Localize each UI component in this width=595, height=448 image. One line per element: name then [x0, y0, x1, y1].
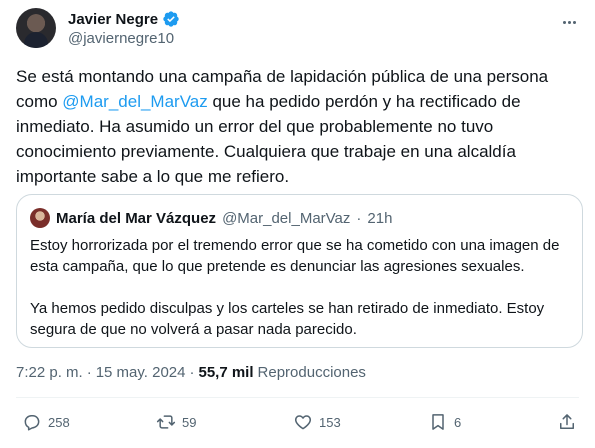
quoted-paragraph: Estoy horrorizada por el tremendo error …: [30, 237, 560, 275]
quoted-tweet-card[interactable]: María del Mar Vázquez @Mar_del_MarVaz · …: [16, 194, 583, 348]
meta-separator: ·: [189, 364, 195, 381]
heart-icon: [294, 415, 312, 430]
action-bar: 258 59 153 6: [16, 408, 579, 440]
tweet-date[interactable]: 15 may. 2024: [96, 364, 186, 381]
like-count: 153: [319, 414, 341, 430]
like-button[interactable]: 153: [293, 412, 341, 432]
more-options-icon[interactable]: [559, 12, 579, 32]
author-name-row: Javier Negre: [68, 10, 180, 28]
quoted-paragraph: Ya hemos pedido disculpas y los carteles…: [30, 300, 545, 338]
quoted-author-avatar: [30, 208, 50, 228]
reply-count: 258: [48, 414, 70, 430]
verified-badge-icon: [163, 11, 179, 27]
views-label: Reproducciones: [257, 364, 366, 381]
tweet-text: Se está montando una campaña de lapidaci…: [16, 64, 579, 189]
views-count: 55,7 mil: [198, 364, 254, 381]
bookmark-icon: [432, 414, 444, 430]
tweet-mention-link[interactable]: @Mar_del_MarVaz: [62, 92, 207, 111]
share-button[interactable]: [557, 412, 577, 432]
tweet-time[interactable]: 7:22 p. m.: [16, 364, 83, 381]
reply-button[interactable]: 258: [22, 412, 70, 432]
retweet-icon: [156, 415, 176, 429]
retweet-count: 59: [182, 414, 197, 430]
quoted-author-handle: @Mar_del_MarVaz: [222, 209, 351, 227]
author-name[interactable]: Javier Negre: [68, 11, 158, 28]
quoted-time: 21h: [367, 209, 393, 227]
share-icon: [560, 414, 574, 429]
tweet-meta: 7:22 p. m. · 15 may. 2024 · 55,7 mil Rep…: [16, 364, 366, 381]
quoted-author-name: María del Mar Vázquez: [56, 209, 217, 227]
author-avatar[interactable]: [16, 8, 56, 48]
quoted-tweet-text: Estoy horrorizada por el tremendo error …: [30, 235, 570, 340]
meta-separator: ·: [86, 364, 92, 381]
divider: [16, 397, 579, 398]
retweet-button[interactable]: 59: [156, 412, 196, 432]
bookmark-count: 6: [454, 414, 462, 430]
quoted-tweet-header: María del Mar Vázquez @Mar_del_MarVaz · …: [30, 208, 392, 228]
quoted-separator: ·: [356, 209, 362, 227]
bookmark-button[interactable]: 6: [428, 412, 461, 432]
author-handle[interactable]: @javiernegre10: [68, 30, 174, 47]
tweet-header: Javier Negre @javiernegre10: [16, 8, 579, 52]
reply-icon: [24, 415, 40, 431]
